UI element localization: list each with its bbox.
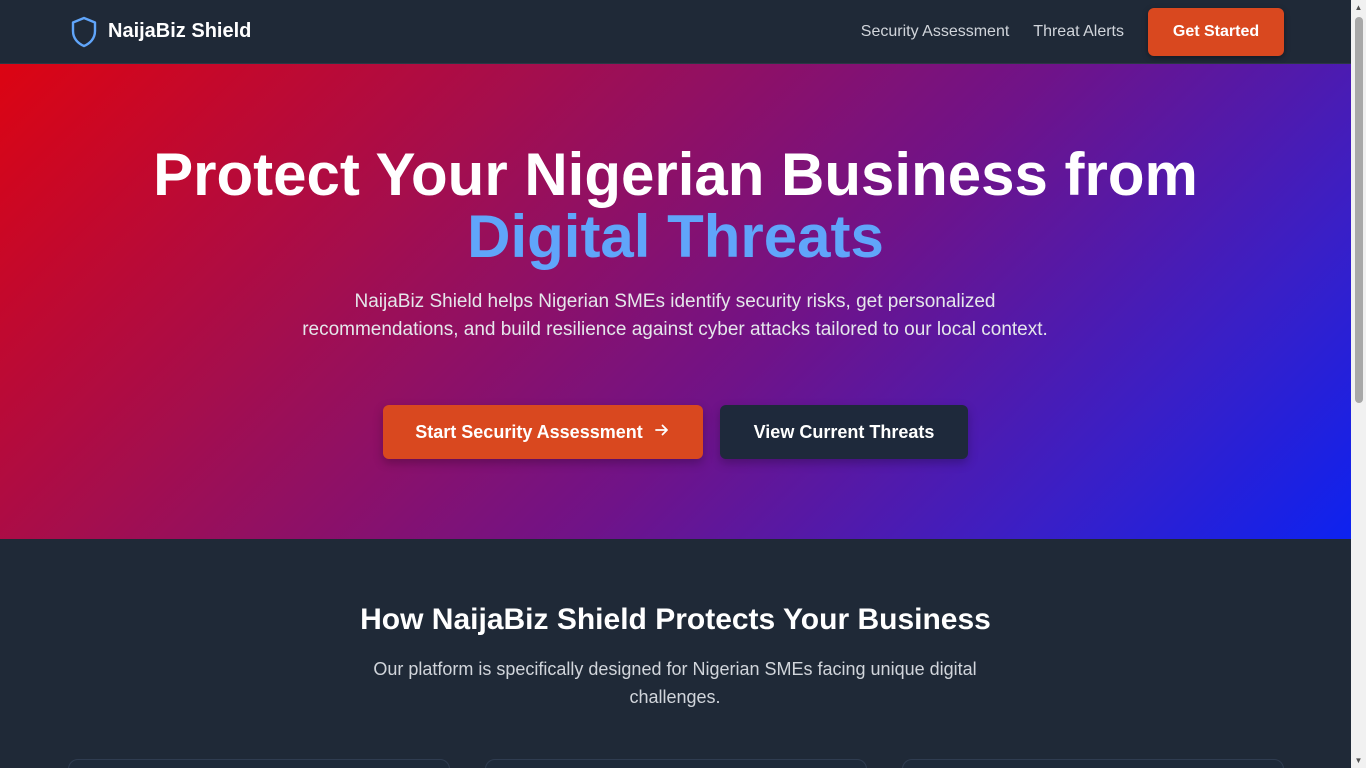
feature-card <box>68 759 450 768</box>
shield-icon <box>70 16 98 48</box>
arrow-right-icon <box>653 421 671 444</box>
features-section: How NaijaBiz Shield Protects Your Busine… <box>0 539 1351 768</box>
feature-card <box>902 759 1284 768</box>
scrollbar-thumb[interactable] <box>1355 17 1363 403</box>
nav-link-security-assessment[interactable]: Security Assessment <box>861 23 1010 41</box>
brand[interactable]: NaijaBiz Shield <box>70 16 251 48</box>
hero-section: Protect Your Nigerian Business from Digi… <box>0 64 1351 539</box>
nav-link-threat-alerts[interactable]: Threat Alerts <box>1033 23 1124 41</box>
start-assessment-label: Start Security Assessment <box>415 421 643 442</box>
hero-description: NaijaBiz Shield helps Nigerian SMEs iden… <box>302 291 1048 340</box>
hero-title-accent: Digital Threats <box>467 203 884 270</box>
features-description: Our platform is specifically designed fo… <box>373 659 977 707</box>
page-scrollbar[interactable]: ▲ ▼ <box>1351 0 1366 768</box>
navbar: NaijaBiz Shield Security Assessment Thre… <box>0 0 1351 64</box>
start-assessment-button[interactable]: Start Security Assessment <box>383 405 703 459</box>
hero-title-line: Protect Your Nigerian Business from <box>153 141 1198 208</box>
feature-card <box>485 759 867 768</box>
brand-name: NaijaBiz Shield <box>108 20 252 42</box>
hero-buttons: Start Security Assessment View Current T… <box>0 405 1351 459</box>
hero-title: Protect Your Nigerian Business from Digi… <box>0 144 1351 268</box>
features-title: How NaijaBiz Shield Protects Your Busine… <box>360 603 991 636</box>
view-threats-button[interactable]: View Current Threats <box>720 405 968 459</box>
scroll-up-arrow-icon[interactable]: ▲ <box>1351 0 1366 15</box>
get-started-button[interactable]: Get Started <box>1148 7 1284 56</box>
scroll-down-arrow-icon[interactable]: ▼ <box>1351 753 1366 768</box>
nav-menu: Security Assessment Threat Alerts Get St… <box>861 7 1284 56</box>
